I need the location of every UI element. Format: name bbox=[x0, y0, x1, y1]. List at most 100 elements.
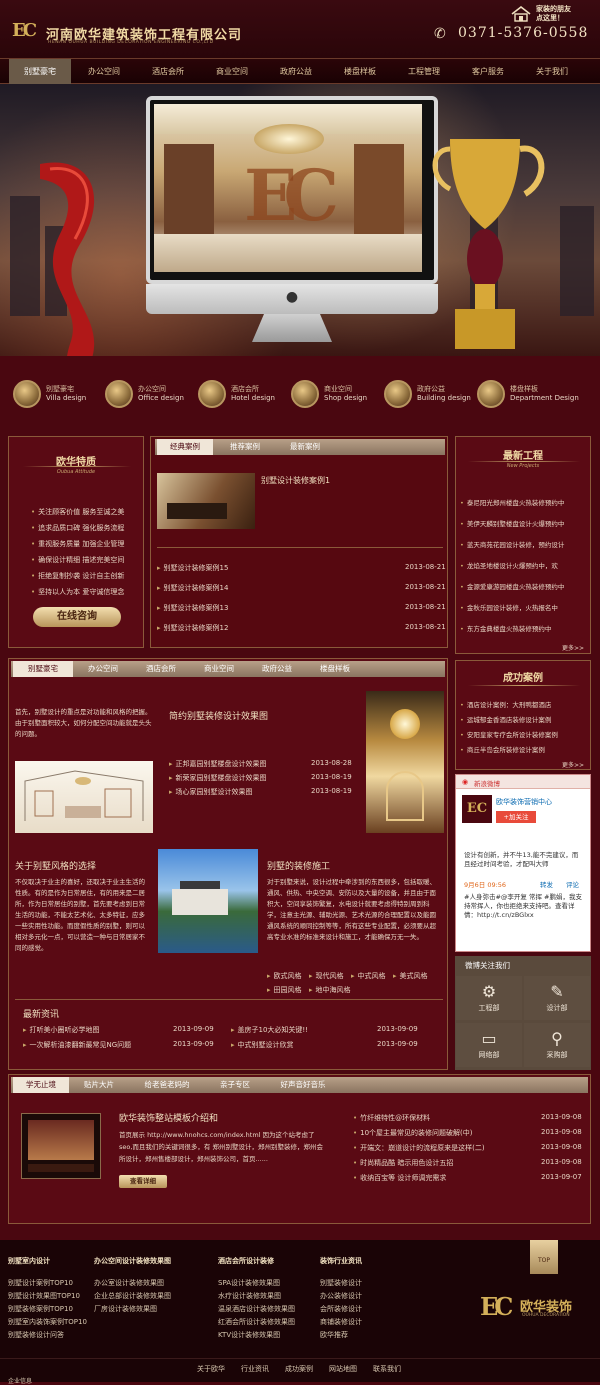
footer-link-about[interactable]: 关于欧华 bbox=[197, 1364, 225, 1374]
nav-item-commercial[interactable]: 商业空间 bbox=[203, 59, 261, 84]
success-case-item[interactable]: • 安阳皇家专疗会所设计装修案例 bbox=[460, 729, 558, 739]
home-icon[interactable] bbox=[510, 6, 532, 22]
article-item[interactable]: • 竹纤维特性@环保材料 bbox=[353, 1113, 430, 1123]
nav-item-office[interactable]: 办公空间 bbox=[75, 59, 133, 84]
view-detail-button[interactable]: 查看详细 bbox=[119, 1175, 167, 1188]
category-office[interactable]: 办公空间 Office design bbox=[105, 380, 190, 410]
tab-music[interactable]: 好声音好音乐 bbox=[265, 1077, 341, 1093]
template-preview-image[interactable] bbox=[21, 1113, 101, 1179]
tab-learning[interactable]: 学无止境 bbox=[13, 1077, 69, 1093]
footer-link[interactable]: 企业总部设计装修效果图 bbox=[94, 1291, 171, 1301]
villa-center-title[interactable]: 简约别墅装修设计效果图 bbox=[169, 709, 268, 722]
case-item[interactable]: ▸ 别墅设计装修案例13 bbox=[157, 603, 228, 613]
home-decor-link[interactable]: 家装的朋友 点这里！ bbox=[536, 5, 571, 23]
category-building[interactable]: 政府公益 Building design bbox=[384, 380, 474, 410]
nav-item-showroom[interactable]: 楼盘样板 bbox=[331, 59, 389, 84]
news-item[interactable]: ▸ 中式别墅设计欣赏 bbox=[231, 1040, 294, 1050]
more-link[interactable]: 更多>> bbox=[562, 760, 584, 769]
follow-button[interactable]: +加关注 bbox=[496, 811, 536, 823]
tab-villa[interactable]: 别墅豪宅 bbox=[13, 661, 73, 677]
dept-purchasing[interactable]: ⚲ 采购部 bbox=[524, 1023, 590, 1067]
footer-link[interactable]: 厂房设计装修效果图 bbox=[94, 1304, 157, 1314]
footer-link[interactable]: 办公装修设计 bbox=[320, 1291, 362, 1301]
footer-link[interactable]: 会所装修设计 bbox=[320, 1304, 362, 1314]
footer-link[interactable]: 水疗设计装修效果图 bbox=[218, 1291, 281, 1301]
news-item[interactable]: ▸ 盖房子10大必知关键!! bbox=[231, 1025, 308, 1035]
dept-design[interactable]: ✎ 设计部 bbox=[524, 976, 590, 1020]
tab-commercial[interactable]: 商业空间 bbox=[191, 661, 247, 677]
project-item[interactable]: • 东方金典楼盘火热装修预约中 bbox=[460, 623, 551, 633]
more-link[interactable]: 更多>> bbox=[562, 643, 584, 652]
footer-link-contact[interactable]: 联系我们 bbox=[373, 1364, 401, 1374]
tab-latest-cases[interactable]: 最新案例 bbox=[277, 439, 333, 455]
project-item[interactable]: • 金源爱康游园楼盘火热装修预约中 bbox=[460, 581, 564, 591]
tab-government[interactable]: 政府公益 bbox=[249, 661, 305, 677]
news-item[interactable]: ▸ 一次解析油漆翻新最常见NG问题 bbox=[23, 1040, 131, 1050]
article-title[interactable]: 欧华装饰整站模板介绍和 bbox=[119, 1111, 218, 1124]
success-case-item[interactable]: • 酒店设计案例：大刑鸭都酒店 bbox=[460, 699, 551, 709]
tab-family[interactable]: 亲子专区 bbox=[209, 1077, 261, 1093]
nav-item-hotel[interactable]: 酒店会所 bbox=[139, 59, 197, 84]
logo[interactable]: EC bbox=[12, 20, 42, 42]
project-item[interactable]: • 泰尼阳光郑州楼盘火热装修预约中 bbox=[460, 497, 564, 507]
case-item[interactable]: ▸ 别墅设计装修案例15 bbox=[157, 563, 228, 573]
category-department[interactable]: 楼盘样板 Department Design bbox=[477, 380, 587, 410]
nav-item-villa[interactable]: 别墅豪宅 bbox=[9, 59, 71, 84]
footer-link[interactable]: 别墅装修设计 bbox=[320, 1278, 362, 1288]
case-item[interactable]: ▸ 别墅设计装修案例12 bbox=[157, 623, 228, 633]
style-link-european[interactable]: ▸ 欧式风格 bbox=[267, 971, 302, 981]
back-to-top-button[interactable]: TOP bbox=[530, 1240, 558, 1274]
dept-network[interactable]: ▭ 网络部 bbox=[456, 1023, 522, 1067]
villa-sketch-image[interactable] bbox=[15, 761, 153, 833]
footer-link[interactable]: 别墅设计案例TOP10 bbox=[8, 1278, 73, 1288]
footer-link[interactable]: 办公室设计装修效果图 bbox=[94, 1278, 164, 1288]
footer-link-industry-news[interactable]: 行业资讯 bbox=[241, 1364, 269, 1374]
case-item[interactable]: ▸ 别墅设计装修案例14 bbox=[157, 583, 228, 593]
project-item[interactable]: • 金秋乐园设计装修，火热报名中 bbox=[460, 602, 558, 612]
tab-recommended-cases[interactable]: 推荐案例 bbox=[217, 439, 273, 455]
nav-item-about[interactable]: 关于我们 bbox=[523, 59, 581, 84]
online-consult-button[interactable]: 在线咨询 bbox=[33, 607, 121, 627]
category-hotel[interactable]: 酒店会所 Hotel design bbox=[198, 380, 283, 410]
tab-office[interactable]: 办公空间 bbox=[75, 661, 131, 677]
comment-link[interactable]: 评论 bbox=[566, 879, 579, 889]
footer-link-sitemap[interactable]: 网站地图 bbox=[329, 1364, 357, 1374]
style-link-modern[interactable]: ▸ 现代风格 bbox=[309, 971, 344, 981]
footer-link[interactable]: 红酒会所设计装修效果图 bbox=[218, 1317, 295, 1327]
footer-link[interactable]: 商铺装修设计 bbox=[320, 1317, 362, 1327]
construction-title[interactable]: 别墅的装修施工 bbox=[267, 859, 330, 872]
article-item[interactable]: • 收纳百宝等 设计师调完需求 bbox=[353, 1173, 446, 1183]
villa-chandelier-image[interactable] bbox=[366, 691, 444, 833]
style-choice-title[interactable]: 关于别墅风格的选择 bbox=[15, 859, 96, 872]
news-item[interactable]: ▸ 打听美小圈听必学地图 bbox=[23, 1025, 100, 1035]
villa-item[interactable]: ▸ 正邦嘉园别墅楼盘设计效果图 bbox=[169, 759, 267, 769]
case-featured-title[interactable]: 别墅设计装修案例1 bbox=[261, 475, 330, 486]
footer-link[interactable]: 别墅室内装饰案例TOP10 bbox=[8, 1317, 87, 1327]
article-item[interactable]: • 10个屋主最常见的装修问题破解(中) bbox=[353, 1128, 473, 1138]
footer-link[interactable]: 别墅装修案例TOP10 bbox=[8, 1304, 73, 1314]
case-featured-image[interactable] bbox=[157, 473, 255, 529]
footer-link[interactable]: 别墅装修设计问答 bbox=[8, 1330, 64, 1340]
footer-link[interactable]: 别墅设计效果图TOP10 bbox=[8, 1291, 80, 1301]
repost-link[interactable]: 转发 bbox=[540, 879, 553, 889]
tab-parents[interactable]: 给老爸老妈的 bbox=[129, 1077, 205, 1093]
footer-link[interactable]: 温泉酒店设计装修效果图 bbox=[218, 1304, 295, 1314]
project-item[interactable]: • 蓝天商苑花园设计装修，预约设计 bbox=[460, 539, 564, 549]
success-case-item[interactable]: • 运城郁金香酒店装修设计案例 bbox=[460, 714, 551, 724]
article-item[interactable]: • 开端文：崩道设计的流程原来是这样(二) bbox=[353, 1143, 485, 1153]
weibo-avatar[interactable]: EC bbox=[462, 795, 492, 823]
style-link-pastoral[interactable]: ▸ 田园风格 bbox=[267, 985, 302, 995]
footer-link[interactable]: KTV设计装修效果图 bbox=[218, 1330, 280, 1340]
dept-engineering[interactable]: ⚙ 工程部 bbox=[456, 976, 522, 1020]
project-item[interactable]: • 美伊天麟别墅楼盘设计火爆预约中 bbox=[460, 518, 564, 528]
nav-item-government[interactable]: 政府公益 bbox=[267, 59, 325, 84]
weibo-account[interactable]: 欧华装饰营销中心 bbox=[496, 797, 552, 807]
hero-banner[interactable]: EC ● bbox=[0, 84, 600, 356]
footer-link[interactable]: SPA设计装修效果图 bbox=[218, 1278, 280, 1288]
footer-link[interactable]: 欧华推荐 bbox=[320, 1330, 348, 1340]
footer-link-success-cases[interactable]: 成功案例 bbox=[285, 1364, 313, 1374]
villa-item[interactable]: ▸ 场心家园别墅设计效果图 bbox=[169, 787, 253, 797]
category-shop[interactable]: 商业空间 Shop design bbox=[291, 380, 376, 410]
style-link-chinese[interactable]: ▸ 中式风格 bbox=[351, 971, 386, 981]
tab-hotel[interactable]: 酒店会所 bbox=[133, 661, 189, 677]
